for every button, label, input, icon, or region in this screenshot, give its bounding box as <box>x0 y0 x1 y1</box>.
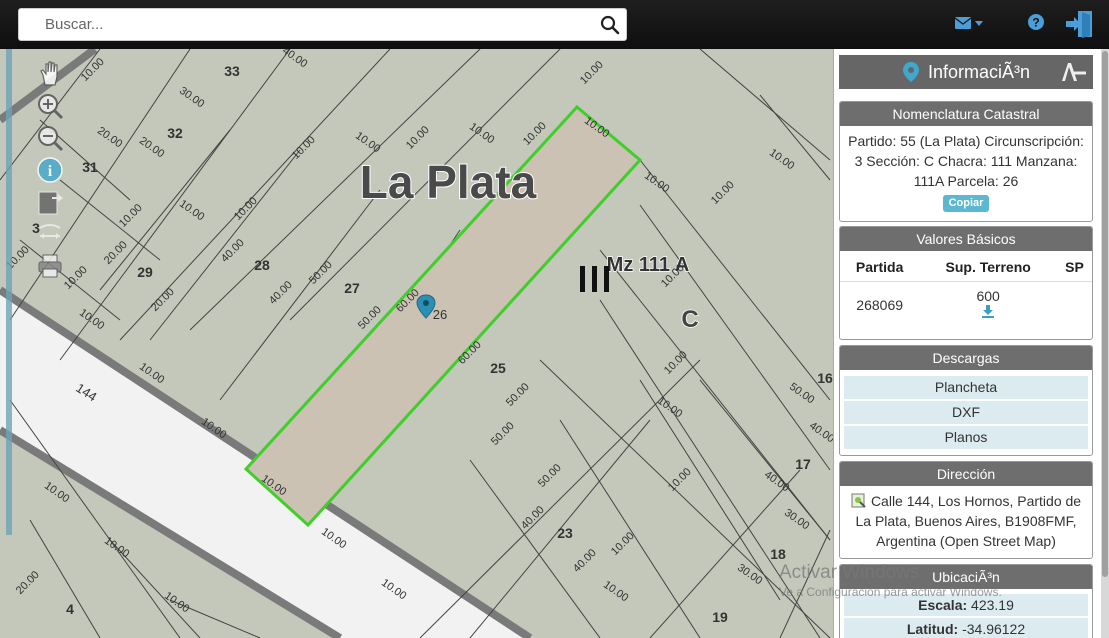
block-hatch-mark <box>580 266 609 292</box>
map-document-icon <box>851 493 866 508</box>
help-icon[interactable]: ? <box>1028 14 1044 30</box>
parcel-number-label: 19 <box>712 609 728 625</box>
info-icon: i <box>37 157 63 183</box>
search-icon[interactable] <box>600 15 620 35</box>
copy-button[interactable]: Copiar <box>942 195 990 212</box>
descargas-title: Descargas <box>840 346 1092 370</box>
download-plancheta[interactable]: Plancheta <box>844 376 1088 399</box>
export-icon <box>38 191 63 215</box>
top-navbar: ? <box>0 0 1109 49</box>
parcel-number-label: 17 <box>795 456 811 472</box>
escala-value: 423.19 <box>971 597 1014 613</box>
font-size-icon[interactable] <box>1059 61 1087 83</box>
parcel-number-label: 25 <box>490 360 506 376</box>
parcel-number-label: 23 <box>557 525 573 541</box>
col-sp: SP <box>1057 251 1092 282</box>
left-edge-bar <box>6 49 12 535</box>
download-dxf[interactable]: DXF <box>844 401 1088 424</box>
parcel-marker-label: 26 <box>433 307 447 322</box>
parcel-number-label: 29 <box>137 264 153 280</box>
valores-box: Valores Básicos Partida Sup. Terreno SP … <box>839 226 1093 340</box>
parcel-number-label: 18 <box>770 546 786 562</box>
export-tool[interactable] <box>34 186 66 218</box>
parcel-number-label: 27 <box>344 280 360 296</box>
chevron-down-icon <box>975 21 983 26</box>
zoom-out-icon <box>38 126 64 152</box>
zoom-in-tool[interactable] <box>34 90 66 122</box>
pan-tool[interactable] <box>34 58 66 90</box>
search-input[interactable] <box>19 9 579 40</box>
cell-sup-terreno: 600 <box>919 282 1057 324</box>
pan-icon <box>40 61 58 86</box>
descargas-box: Descargas Plancheta DXF Planos <box>839 345 1093 456</box>
nomenclatura-title: Nomenclatura Catastral <box>840 102 1092 126</box>
section-letter-label: C <box>681 306 698 333</box>
windows-activation-watermark: Activar Windows Ve a Configuración para … <box>779 562 1002 599</box>
info-tool[interactable]: i <box>34 154 66 186</box>
direccion-text: Calle 144, Los Hornos, Partido de La Pla… <box>855 493 1082 549</box>
measure-icon <box>39 224 61 239</box>
parcel-number-label: 31 <box>82 159 98 175</box>
escala-label: Escala: <box>918 597 968 613</box>
parcel-number-label: 32 <box>167 125 183 141</box>
cell-sp <box>1057 282 1092 324</box>
panel-scrollbar[interactable] <box>1101 49 1109 638</box>
parcel-number-label: 4 <box>66 601 74 617</box>
scrollbar-thumb[interactable] <box>1102 51 1108 577</box>
latitud-label: Latitud: <box>906 621 959 637</box>
panel-header: InformaciÃ³n <box>839 55 1093 89</box>
nomenclatura-box: Nomenclatura Catastral Partido: 55 (La P… <box>839 101 1093 222</box>
print-tool[interactable] <box>34 250 66 282</box>
logout-icon[interactable] <box>1065 9 1095 39</box>
svg-text:i: i <box>48 163 53 180</box>
latitud-row: Latitud: -34.96122 <box>844 618 1088 638</box>
nomenclatura-text: Partido: 55 (La Plata) Circunscripción: … <box>848 133 1084 189</box>
zoom-out-tool[interactable] <box>34 122 66 154</box>
table-row: 268069 600 <box>840 282 1092 324</box>
search-box[interactable] <box>18 8 627 41</box>
direccion-title: Dirección <box>840 462 1092 486</box>
valores-table: Partida Sup. Terreno SP 268069 600 <box>840 251 1092 323</box>
download-icon[interactable] <box>981 304 995 318</box>
direccion-box: Dirección Calle 144, Los Hornos, Partido… <box>839 461 1093 559</box>
latitud-value: -34.96122 <box>962 621 1026 637</box>
col-partida: Partida <box>840 251 920 282</box>
watermark-line1: Activar Windows <box>779 562 920 583</box>
parcel-number-label: 33 <box>224 63 240 79</box>
info-panel: InformaciÃ³n Nomenclatura Catastral Part… <box>833 49 1101 638</box>
zoom-in-icon <box>38 94 64 120</box>
valores-title: Valores Básicos <box>840 227 1092 251</box>
download-planos[interactable]: Planos <box>844 426 1088 449</box>
watermark-line2: Ve a Configuración para activar Windows. <box>779 585 1002 599</box>
cell-partida: 268069 <box>856 296 904 313</box>
svg-text:?: ? <box>1032 16 1039 30</box>
print-icon <box>38 254 62 278</box>
map-marker-icon <box>902 62 919 82</box>
parcel-number-label: 28 <box>254 257 270 273</box>
mail-icon[interactable] <box>955 17 985 31</box>
map-tools: i <box>34 58 66 282</box>
col-sup-terreno: Sup. Terreno <box>919 251 1057 282</box>
panel-title: InformaciÃ³n <box>927 61 1031 82</box>
parcel-number-label: 16 <box>817 370 833 386</box>
measure-tool[interactable] <box>34 218 66 250</box>
city-label: La Plata <box>360 156 537 208</box>
